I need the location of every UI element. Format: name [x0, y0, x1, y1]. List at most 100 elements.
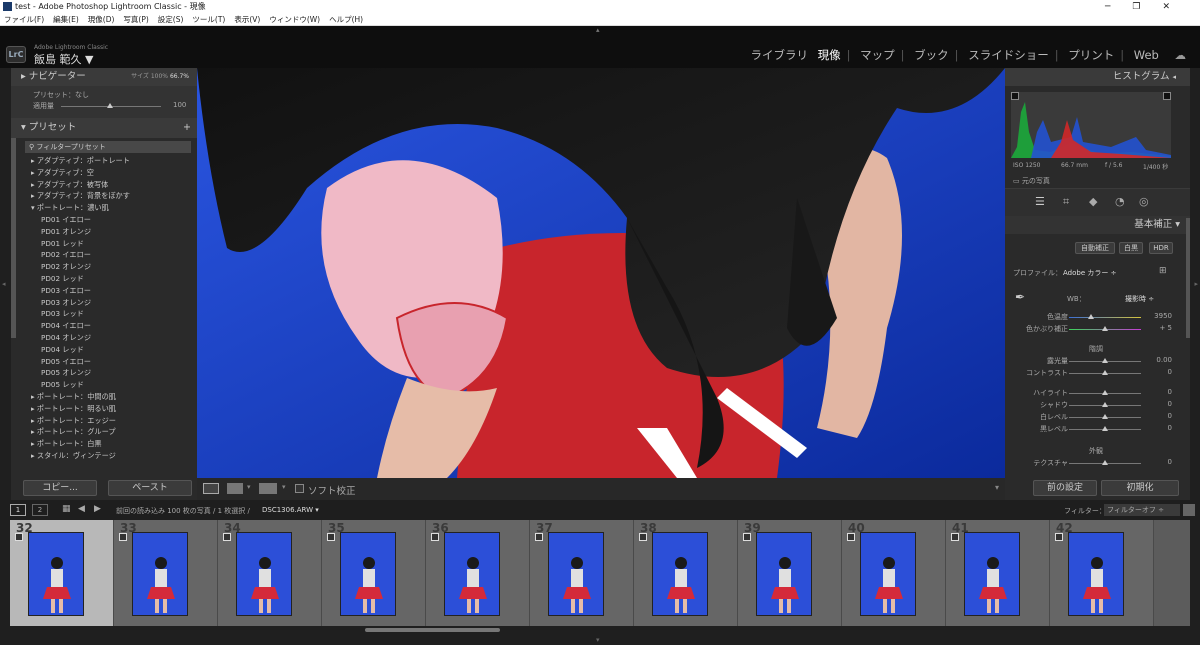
photo-thumbnail[interactable] [28, 532, 84, 616]
module-print[interactable]: プリント [1068, 48, 1114, 62]
navigator-header[interactable]: ▸ ナビゲーター サイズ 100% 66.7% [11, 68, 197, 86]
filmstrip-cell[interactable]: 34 [218, 520, 322, 626]
crop-icon[interactable]: ⌗ [1063, 195, 1069, 209]
slider-knob[interactable] [1102, 426, 1108, 431]
left-scrollbar[interactable] [11, 138, 16, 338]
shadow-clip-icon[interactable] [1011, 92, 1019, 100]
slider-value[interactable]: 0 [1168, 458, 1172, 466]
source-label[interactable]: 前回の読み込み 100 枚の写真 / 1 枚選択 / [116, 506, 250, 516]
bw-button[interactable]: 白黒 [1119, 242, 1143, 254]
slider-knob[interactable] [1102, 414, 1108, 419]
module-book[interactable]: ブック [914, 48, 949, 62]
slider-value[interactable]: 0 [1168, 368, 1172, 376]
slider-value[interactable]: 0 [1168, 400, 1172, 408]
preset-item[interactable]: PD01 イエロー [31, 214, 197, 226]
add-preset-icon[interactable]: + [183, 118, 191, 138]
photo-thumbnail[interactable] [444, 532, 500, 616]
slider-track[interactable] [1069, 317, 1141, 318]
highlight-clip-icon[interactable] [1163, 92, 1171, 100]
filmstrip-scrollbar[interactable] [365, 628, 500, 632]
filter-lock-icon[interactable] [1183, 504, 1195, 516]
slider-value[interactable]: + 5 [1159, 324, 1172, 332]
back-icon[interactable]: ◀ [78, 504, 85, 514]
preset-item[interactable]: PD01 オレンジ [31, 226, 197, 238]
filter-select[interactable]: フィルターオフ ÷ [1104, 504, 1180, 516]
dropdown-icon[interactable]: ▾ [247, 483, 251, 491]
collapse-bottom-arrow[interactable]: ▾ [596, 636, 600, 644]
slider-knob[interactable] [1087, 314, 1094, 319]
preset-item[interactable]: PD05 イエロー [31, 356, 197, 368]
filmstrip-cell[interactable]: 33 [114, 520, 218, 626]
preset-group[interactable]: ▸ ポートレート：グループ [31, 426, 197, 438]
main-photo[interactable] [197, 68, 1005, 478]
filmstrip-cell[interactable]: 32 [10, 520, 114, 626]
preset-group[interactable]: ▸ アダプティブ：空 [31, 167, 197, 179]
menu-photo[interactable]: 写真(P) [123, 15, 148, 24]
filmstrip-cell[interactable]: 39 [738, 520, 842, 626]
filmstrip-cell[interactable]: 38 [634, 520, 738, 626]
menu-tools[interactable]: ツール(T) [192, 15, 225, 24]
preset-item[interactable]: PD03 イエロー [31, 285, 197, 297]
module-map[interactable]: マップ [860, 48, 895, 62]
preset-item[interactable]: PD01 レッド [31, 238, 197, 250]
filmstrip-cell[interactable]: 35 [322, 520, 426, 626]
filmstrip-cell[interactable]: 36 [426, 520, 530, 626]
menu-file[interactable]: ファイル(F) [4, 15, 44, 24]
menu-develop[interactable]: 現像(D) [88, 15, 115, 24]
preset-group[interactable]: ▸ ポートレート：明るい肌 [31, 403, 197, 415]
user-name[interactable]: 飯島 範久 ▼ [34, 51, 93, 67]
preset-group[interactable]: ▸ ポートレート：中間の肌 [31, 391, 197, 403]
hdr-button[interactable]: HDR [1149, 242, 1173, 254]
photo-thumbnail[interactable] [340, 532, 396, 616]
slider-knob[interactable] [1102, 402, 1108, 407]
preset-group[interactable]: ▸ ポートレート：白黒 [31, 438, 197, 450]
preset-item[interactable]: PD02 オレンジ [31, 261, 197, 273]
filmstrip-cell[interactable]: 37 [530, 520, 634, 626]
reset-button[interactable]: 初期化 [1101, 480, 1179, 496]
wb-eyedropper-icon[interactable]: ✒ [1015, 290, 1025, 304]
previous-button[interactable]: 前の設定 [1033, 480, 1097, 496]
photo-thumbnail[interactable] [236, 532, 292, 616]
module-slideshow[interactable]: スライドショー [968, 48, 1049, 62]
preset-item[interactable]: PD04 オレンジ [31, 332, 197, 344]
slider-knob[interactable] [1102, 358, 1108, 363]
toolbar-menu-icon[interactable]: ▾ [995, 483, 999, 492]
preset-item[interactable]: PD04 レッド [31, 344, 197, 356]
photo-thumbnail[interactable] [132, 532, 188, 616]
preset-filter[interactable]: ⚲ フィルタープリセット [25, 141, 191, 153]
preset-group[interactable]: ▸ アダプティブ：被写体 [31, 179, 197, 191]
module-develop[interactable]: 現像 [818, 48, 841, 62]
auto-button[interactable]: 自動補正 [1075, 242, 1115, 254]
slider-knob[interactable] [1102, 326, 1108, 331]
zoom-options[interactable]: サイズ 100% 66.7% [131, 68, 189, 86]
dropdown2-icon[interactable]: ▾ [282, 483, 286, 491]
module-web[interactable]: Web [1134, 48, 1159, 62]
slider-value[interactable]: 0.00 [1156, 356, 1172, 364]
photo-thumbnail[interactable] [548, 532, 604, 616]
preset-group[interactable]: ▸ アダプティブ：ポートレート [31, 155, 197, 167]
adjust-icon[interactable]: ☰ [1035, 195, 1045, 208]
preset-group[interactable]: ▸ ポートレート：エッジー [31, 415, 197, 427]
slider-value[interactable]: 3950 [1154, 312, 1172, 320]
slider-value[interactable]: 0 [1168, 412, 1172, 420]
page-1-button[interactable]: 1 [10, 504, 26, 516]
filmstrip-cell[interactable]: 41 [946, 520, 1050, 626]
right-scrollbar[interactable] [1186, 218, 1190, 338]
left-collapse-arrow[interactable]: ◂ [2, 280, 6, 288]
swap-icon[interactable] [259, 483, 277, 494]
wb-select[interactable]: 撮影時 ÷ [1125, 294, 1154, 304]
preset-item[interactable]: PD05 レッド [31, 379, 197, 391]
grid-icon[interactable]: ▦ [62, 504, 71, 514]
preset-group[interactable]: ▸ スタイル：ヴィンテージ [31, 450, 197, 462]
presets-header[interactable]: ▾ プリセット + [11, 118, 197, 138]
mask-icon[interactable]: ◎ [1139, 195, 1149, 208]
preset-item[interactable]: PD05 オレンジ [31, 367, 197, 379]
filmstrip-cell[interactable]: 42 [1050, 520, 1154, 626]
photo-thumbnail[interactable] [1068, 532, 1124, 616]
basic-header[interactable]: 基本補正 ▾ [1005, 216, 1190, 234]
preset-item[interactable]: PD03 レッド [31, 308, 197, 320]
profile-grid-icon[interactable]: ⊞ [1159, 266, 1167, 276]
preset-item[interactable]: PD04 イエロー [31, 320, 197, 332]
preset-group[interactable]: ▾ ポートレート：濃い肌 [31, 202, 197, 214]
profile-select[interactable]: Adobe カラー ÷ [1063, 268, 1116, 278]
